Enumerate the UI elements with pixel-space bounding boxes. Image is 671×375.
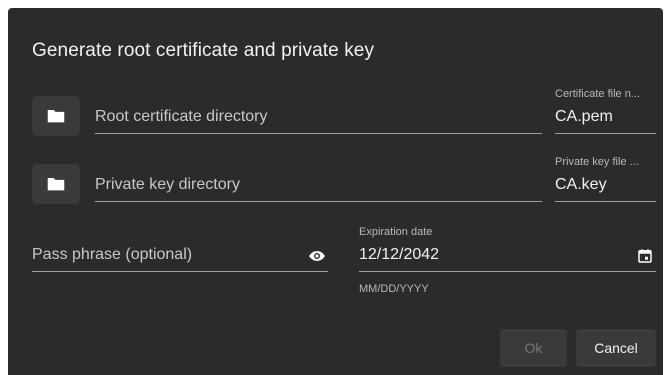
pass-phrase-field[interactable]: Pass phrase (optional) — [32, 236, 328, 272]
calendar-icon[interactable] — [636, 247, 654, 265]
root-cert-directory-field[interactable]: Root certificate directory — [95, 100, 542, 134]
cancel-button[interactable]: Cancel — [576, 329, 656, 367]
private-key-browse-button[interactable] — [32, 164, 80, 204]
certificate-file-name-label: Certificate file n... — [555, 88, 640, 100]
dialog-title: Generate root certificate and private ke… — [32, 40, 375, 61]
ok-button[interactable]: Ok — [500, 329, 567, 367]
root-cert-browse-button[interactable] — [32, 96, 80, 136]
expiration-date-label: Expiration date — [359, 226, 433, 238]
expiration-date-hint: MM/DD/YYYY — [359, 283, 429, 295]
private-key-file-name-label: Private key file ... — [555, 156, 639, 168]
expiration-date-field[interactable]: Expiration date 12/12/2042 — [359, 226, 656, 272]
private-key-file-name-field[interactable]: Private key file ... CA.key — [555, 156, 656, 202]
pass-phrase-placeholder: Pass phrase (optional) — [32, 246, 193, 263]
private-key-directory-field[interactable]: Private key directory — [95, 168, 542, 202]
folder-icon — [47, 178, 65, 191]
certificate-file-name-value: CA.pem — [555, 108, 613, 125]
certificate-dialog: Generate root certificate and private ke… — [8, 8, 663, 375]
expiration-date-value: 12/12/2042 — [359, 246, 440, 263]
private-key-file-name-value: CA.key — [555, 176, 607, 193]
private-key-directory-placeholder: Private key directory — [95, 176, 240, 193]
eye-icon[interactable] — [308, 247, 326, 265]
root-cert-directory-placeholder: Root certificate directory — [95, 108, 268, 125]
certificate-file-name-field[interactable]: Certificate file n... CA.pem — [555, 88, 656, 134]
folder-icon — [47, 110, 65, 123]
